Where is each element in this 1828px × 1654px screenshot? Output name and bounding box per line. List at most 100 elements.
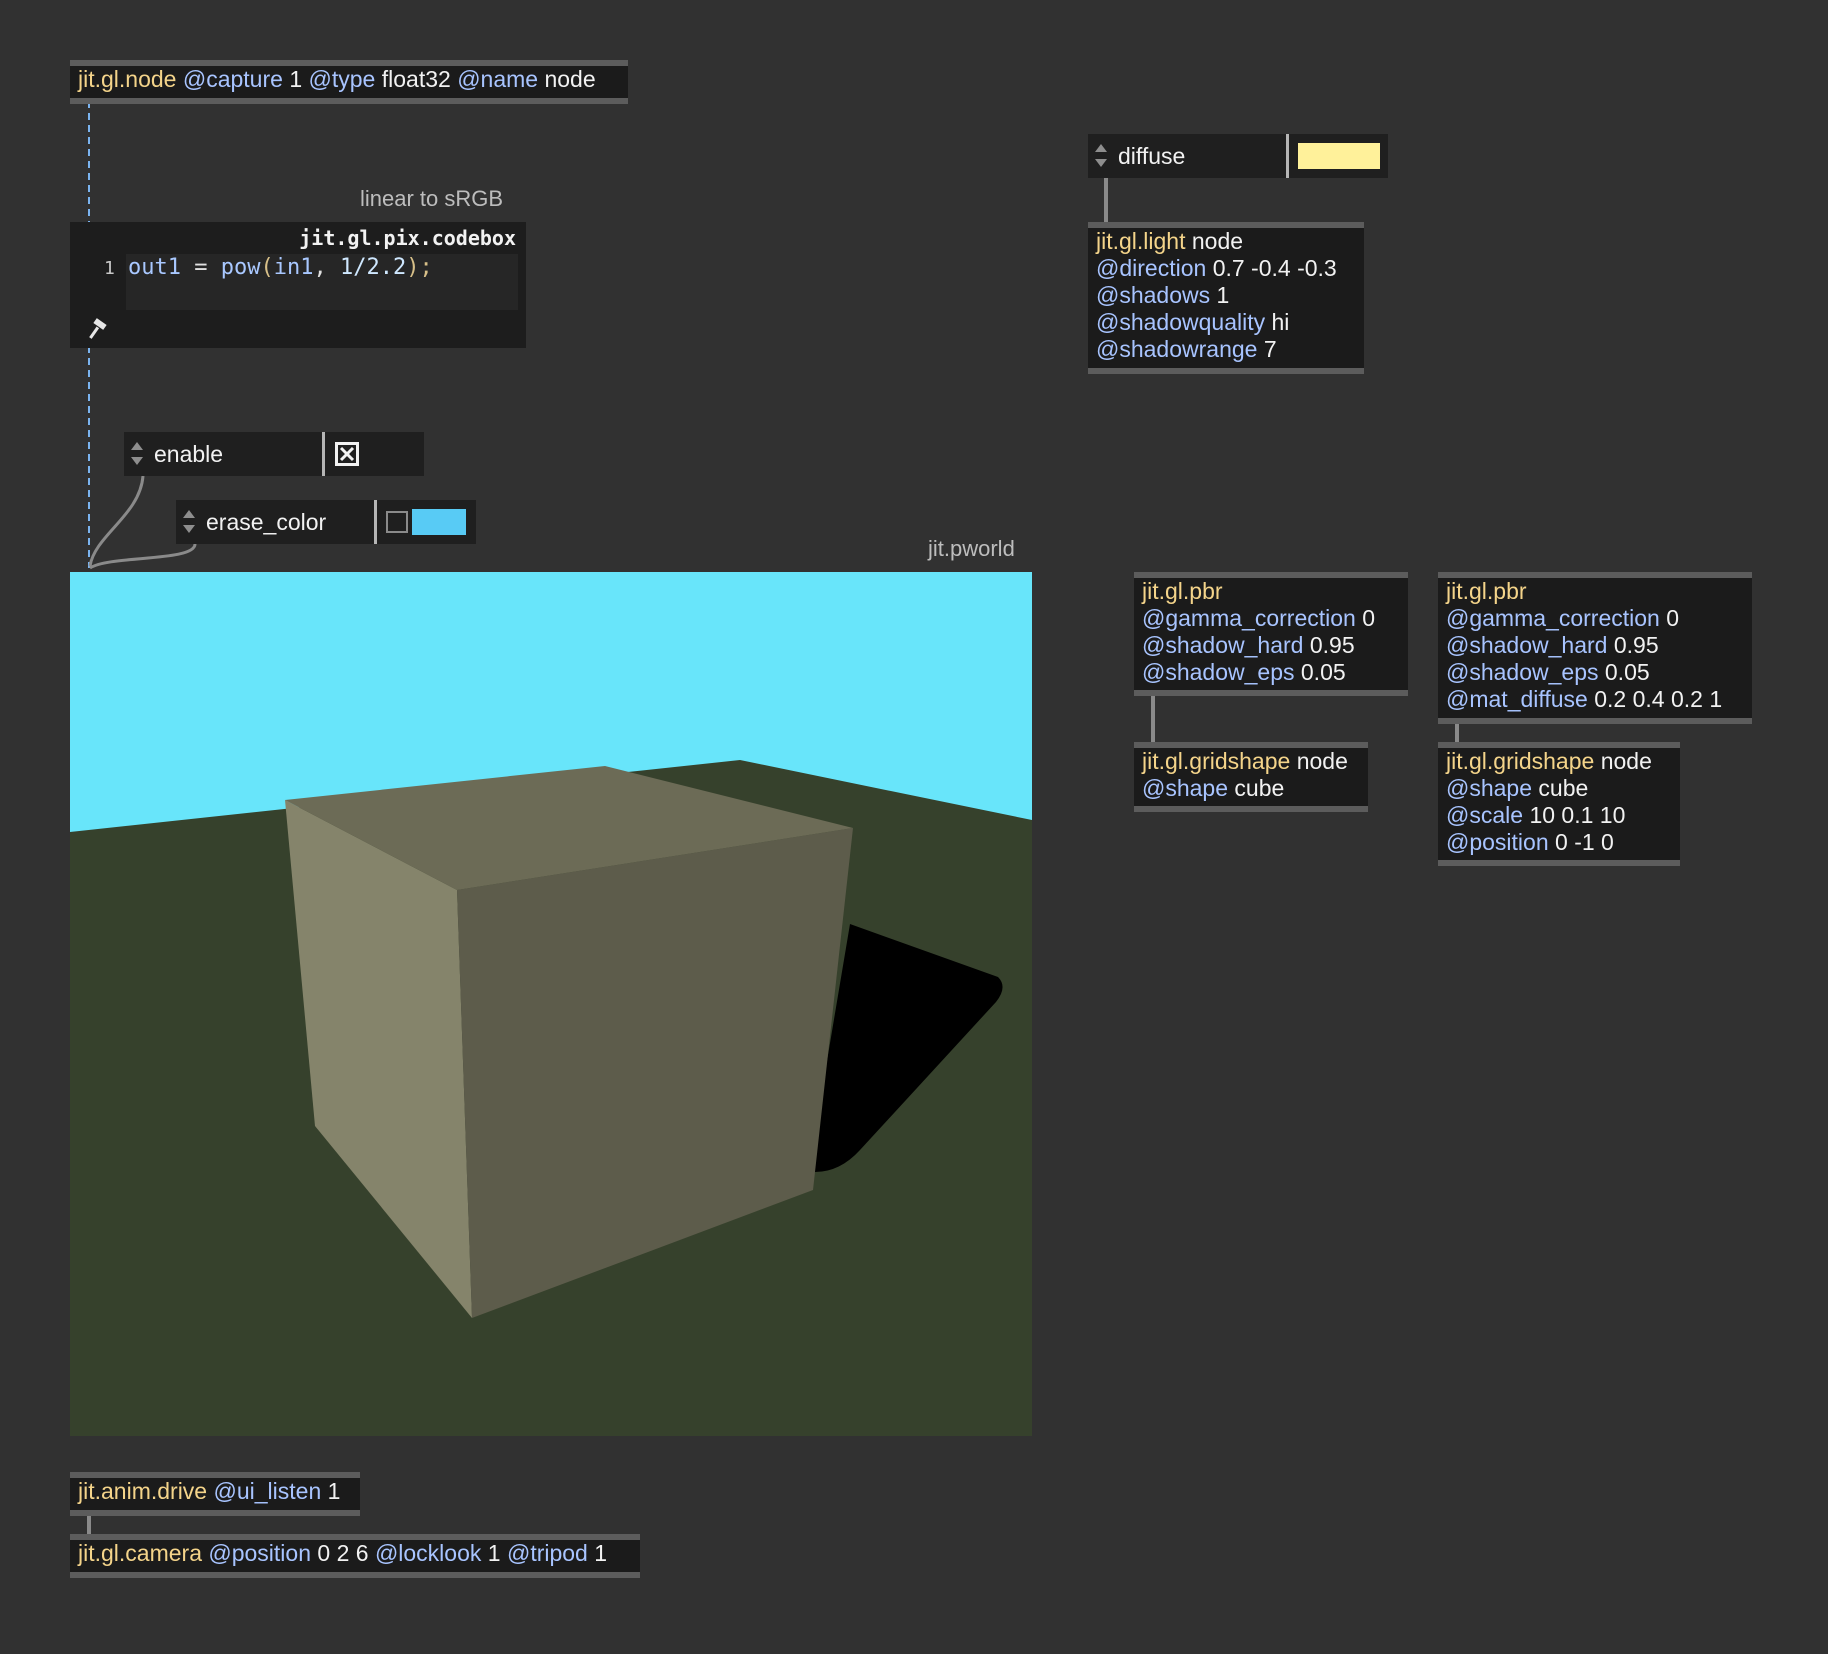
code-token-eq: = [180,255,221,280]
jit-anim-drive-object[interactable]: jit.anim.drive @ui_listen 1 [70,1472,360,1516]
gridshape2-attr: @position [1446,829,1549,855]
pbr1-val: 0.95 [1309,632,1355,658]
light-keyword: jit.gl.light [1096,228,1186,254]
pbr2-attr: @gamma_correction [1446,605,1660,631]
node-val-name: node [544,66,596,92]
cord-enable-to-pworld[interactable] [88,475,145,567]
gridshape2-header: jit.gl.gridshape node [1446,748,1674,775]
code-token-sep: , [313,255,340,280]
stepper-arrows-icon[interactable] [1094,142,1108,170]
gridshape1-header: jit.gl.gridshape node [1142,748,1362,775]
pbr2-attr: @shadow_eps [1446,659,1599,685]
pbr2-line: @shadow_hard 0.95 [1446,632,1746,659]
attrui-divider [1286,134,1289,178]
jit-gl-pbr-object-1[interactable]: jit.gl.pbr @gamma_correction 0 @shadow_h… [1134,572,1408,696]
stepper-arrows-icon[interactable] [182,508,196,536]
erase-color-attrui[interactable]: erase_color [176,500,476,544]
pbr2-line: @gamma_correction 0 [1446,605,1746,632]
code-token-open: ( [260,255,274,280]
diffuse-color-swatch[interactable] [1298,143,1380,169]
pbr2-header: jit.gl.pbr [1446,578,1746,605]
node-val-type: float32 [381,66,451,92]
gridshape2-line: @scale 10 0.1 10 [1446,802,1674,829]
anim-text: jit.anim.drive @ui_listen 1 [78,1478,354,1505]
pbr2-line: @shadow_eps 0.05 [1446,659,1746,686]
camera-val-locklook: 1 [487,1540,501,1566]
pbr2-val: 0 [1666,605,1680,631]
camera-attr-tripod: @tripod [506,1540,588,1566]
pbr1-line: @shadow_hard 0.95 [1142,632,1402,659]
node-val-capture: 1 [289,66,303,92]
diffuse-label: diffuse [1118,143,1186,169]
camera-attr-locklook: @locklook [374,1540,482,1566]
jit-gl-gridshape-object-1[interactable]: jit.gl.gridshape node @shape cube [1134,742,1368,812]
code-token-arg2: 1/2.2 [339,255,407,280]
light-name: node [1191,228,1244,254]
hammer-icon[interactable] [88,318,110,340]
gridshape2-val: 10 0.1 10 [1529,802,1626,828]
jit-gl-node-object[interactable]: jit.gl.node @capture 1 @type float32 @na… [70,60,628,104]
jit-gl-camera-object[interactable]: jit.gl.camera @position 0 2 6 @locklook … [70,1534,640,1578]
node-keyword: jit.gl.node [78,66,177,92]
pbr1-line: @gamma_correction 0 [1142,605,1402,632]
jit-pworld-view[interactable] [70,572,1032,1436]
anim-attr: @ui_listen [213,1478,322,1504]
diffuse-attrui[interactable]: diffuse [1088,134,1388,178]
jit-gl-light-object[interactable]: jit.gl.light node @direction 0.7 -0.4 -0… [1088,222,1364,374]
jit-gl-pix-codebox[interactable]: jit.gl.pix.codebox 1 out1 = pow(in1, 1/2… [70,222,526,348]
gridshape1-attr: @shape [1142,775,1229,801]
erase-color-swatch[interactable] [412,509,466,535]
gridshape2-keyword: jit.gl.gridshape [1446,748,1595,774]
color-alpha-swatch[interactable] [386,511,408,533]
x-checkbox-icon[interactable] [334,441,360,467]
cord-erase-to-pworld[interactable] [89,543,197,570]
light-val: hi [1271,309,1290,335]
light-val: 0.7 -0.4 -0.3 [1212,255,1337,281]
gridshape2-val: 0 -1 0 [1555,829,1614,855]
code-line-1[interactable]: out1 = pow(in1, 1/2.2); [128,255,433,280]
gridshape1-name: node [1296,748,1348,774]
node-attr-type: @type [308,66,376,92]
enable-attrui[interactable]: enable [124,432,424,476]
light-header: jit.gl.light node [1096,228,1358,255]
camera-val-position: 0 2 6 [317,1540,369,1566]
pbr2-keyword: jit.gl.pbr [1446,578,1527,604]
pbr2-attr: @shadow_hard [1446,632,1608,658]
pbr2-val: 0.95 [1613,632,1659,658]
gridshape2-line: @shape cube [1446,775,1674,802]
light-line: @shadowquality hi [1096,309,1358,336]
gridshape1-val: cube [1234,775,1285,801]
gridshape2-line: @position 0 -1 0 [1446,829,1674,856]
jit-gl-pbr-object-2[interactable]: jit.gl.pbr @gamma_correction 0 @shadow_h… [1438,572,1752,724]
light-attr: @shadowquality [1096,309,1266,335]
camera-attr-position: @position [208,1540,311,1566]
jit-gl-gridshape-object-2[interactable]: jit.gl.gridshape node @shape cube @scale… [1438,742,1680,866]
attrui-divider [374,500,377,544]
gridshape2-attr: @scale [1446,802,1524,828]
pbr1-keyword: jit.gl.pbr [1142,578,1223,604]
code-token-arg1: in1 [273,255,314,280]
node-attr-name: @name [457,66,539,92]
anim-keyword: jit.anim.drive [78,1478,208,1504]
pbr2-attr: @mat_diffuse [1446,686,1588,712]
light-val: 1 [1216,282,1230,308]
gridshape2-attr: @shape [1446,775,1533,801]
pbr2-line: @mat_diffuse 0.2 0.4 0.2 1 [1446,686,1746,713]
pworld-comment: jit.pworld [928,536,1015,561]
stepper-arrows-icon[interactable] [130,440,144,468]
light-line: @direction 0.7 -0.4 -0.3 [1096,255,1358,282]
pworld-scene[interactable] [70,572,1032,1436]
light-val: 7 [1263,336,1277,362]
pbr1-attr: @shadow_hard [1142,632,1304,658]
gridshape2-name: node [1600,748,1652,774]
pbr1-header: jit.gl.pbr [1142,578,1402,605]
pbr1-val: 0 [1362,605,1376,631]
enable-label: enable [154,441,224,467]
light-line: @shadowrange 7 [1096,336,1358,363]
pbr1-attr: @shadow_eps [1142,659,1295,685]
pbr1-line: @shadow_eps 0.05 [1142,659,1402,686]
light-attr: @direction [1096,255,1207,281]
node-attr-capture: @capture [182,66,283,92]
code-token-fn: pow [220,255,261,280]
light-attr: @shadowrange [1096,336,1258,362]
